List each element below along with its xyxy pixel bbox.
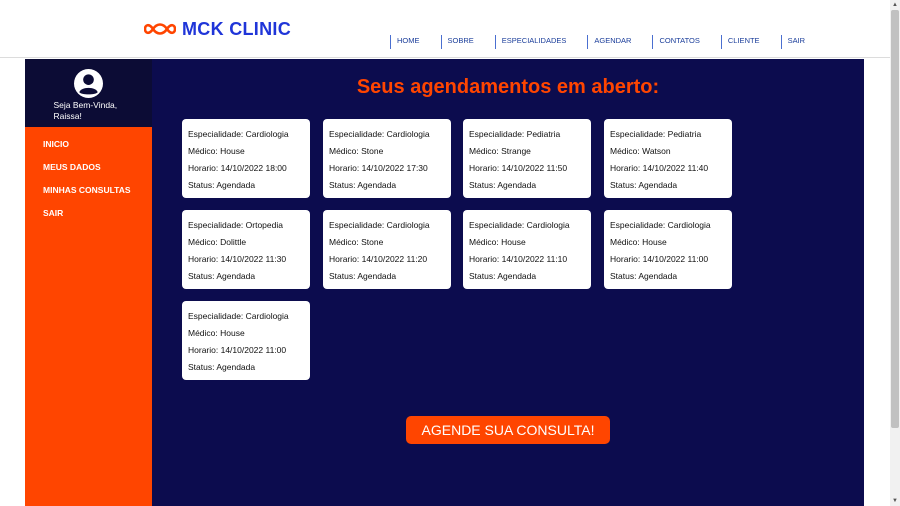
appointment-card: Especialidade: Ortopedia Médico: Dolittl… [182,210,310,289]
nav-home[interactable]: HOME [390,35,426,49]
nav-agendar[interactable]: AGENDAR [587,35,637,49]
logo-text: MCK CLINIC [182,18,291,39]
card-especialidade: Especialidade: Cardiologia [610,220,711,230]
card-especialidade: Especialidade: Cardiologia [329,129,430,139]
card-medico: Médico: Stone [329,237,384,247]
vertical-scrollbar[interactable]: ▲ ▼ [890,0,900,506]
nav-sair[interactable]: SAIR [780,35,812,49]
appointment-card: Especialidade: Cardiologia Médico: House… [182,301,310,380]
scroll-down-arrow-icon[interactable]: ▼ [891,496,899,506]
card-especialidade: Especialidade: Cardiologia [469,220,570,230]
card-especialidade: Especialidade: Cardiologia [329,220,430,230]
card-horario: Horario: 14/10/2022 11:20 [329,254,428,264]
card-status: Status: Agendada [469,180,537,190]
sidebar: Seja Bem-Vinda, Raissa! INICIO MEUS DADO… [25,59,152,506]
card-medico: Médico: Dolittle [188,237,247,247]
page: MCK CLINIC HOME SOBRE ESPECIALIDADES AGE… [0,0,900,506]
appointment-card: Especialidade: Cardiologia Médico: House… [182,119,310,198]
card-especialidade: Especialidade: Cardiologia [188,129,289,139]
card-status: Status: Agendada [188,271,256,281]
infinity-icon [144,23,176,35]
card-especialidade: Especialidade: Pediatria [469,129,561,139]
top-nav: HOME SOBRE ESPECIALIDADES AGENDAR CONTAT… [390,35,826,49]
card-especialidade: Especialidade: Cardiologia [188,311,289,321]
sidebar-item-minhas-consultas[interactable]: MINHAS CONSULTAS [43,185,152,208]
card-horario: Horario: 14/10/2022 18:00 [188,163,287,173]
card-medico: Médico: House [469,237,526,247]
card-horario: Horario: 14/10/2022 11:50 [469,163,568,173]
sidebar-profile: Seja Bem-Vinda, Raissa! [25,59,152,127]
card-horario: Horario: 14/10/2022 11:00 [610,254,709,264]
logo[interactable]: MCK CLINIC [144,16,291,42]
card-horario: Horario: 14/10/2022 17:30 [329,163,428,173]
appointment-card: Especialidade: Cardiologia Médico: Stone… [323,210,451,289]
card-medico: Médico: Strange [469,146,531,156]
sidebar-menu: INICIO MEUS DADOS MINHAS CONSULTAS SAIR [25,139,152,231]
nav-cliente[interactable]: CLIENTE [720,35,766,49]
card-status: Status: Agendada [188,362,256,372]
card-medico: Médico: House [188,146,245,156]
appointment-card: Especialidade: Pediatria Médico: Watson … [604,119,732,198]
card-horario: Horario: 14/10/2022 11:00 [188,345,287,355]
sidebar-item-sair[interactable]: SAIR [43,208,152,231]
nav-sobre[interactable]: SOBRE [440,35,480,49]
card-especialidade: Especialidade: Pediatria [610,129,702,139]
nav-especialidades[interactable]: ESPECIALIDADES [494,35,573,49]
card-medico: Médico: Stone [329,146,384,156]
sidebar-item-meus-dados[interactable]: MEUS DADOS [43,162,152,185]
card-horario: Horario: 14/10/2022 11:40 [610,163,709,173]
card-horario: Horario: 14/10/2022 11:30 [188,254,287,264]
nav-contatos[interactable]: CONTATOS [652,35,705,49]
appointment-card: Especialidade: Pediatria Médico: Strange… [463,119,591,198]
card-status: Status: Agendada [329,271,397,281]
appointment-card: Especialidade: Cardiologia Médico: House… [604,210,732,289]
appointment-card: Especialidade: Cardiologia Médico: House… [463,210,591,289]
card-especialidade: Especialidade: Ortopedia [188,220,283,230]
header: MCK CLINIC HOME SOBRE ESPECIALIDADES AGE… [0,0,890,58]
user-avatar-icon [74,69,103,98]
card-status: Status: Agendada [610,180,678,190]
page-title: Seus agendamentos em aberto: [356,76,660,98]
scroll-up-arrow-icon[interactable]: ▲ [891,0,899,10]
welcome-text: Seja Bem-Vinda, Raissa! [53,100,118,121]
card-medico: Médico: House [610,237,667,247]
scrollbar-thumb[interactable] [891,10,899,428]
card-medico: Médico: House [188,328,245,338]
card-status: Status: Agendada [469,271,537,281]
main-content: Seus agendamentos em aberto: Especialida… [152,59,864,506]
card-medico: Médico: Watson [610,146,671,156]
card-status: Status: Agendada [329,180,397,190]
appointment-card: Especialidade: Cardiologia Médico: Stone… [323,119,451,198]
sidebar-item-inicio[interactable]: INICIO [43,139,152,162]
schedule-appointment-button[interactable]: AGENDE SUA CONSULTA! [406,416,610,444]
card-horario: Horario: 14/10/2022 11:10 [469,254,568,264]
card-status: Status: Agendada [610,271,678,281]
card-status: Status: Agendada [188,180,256,190]
